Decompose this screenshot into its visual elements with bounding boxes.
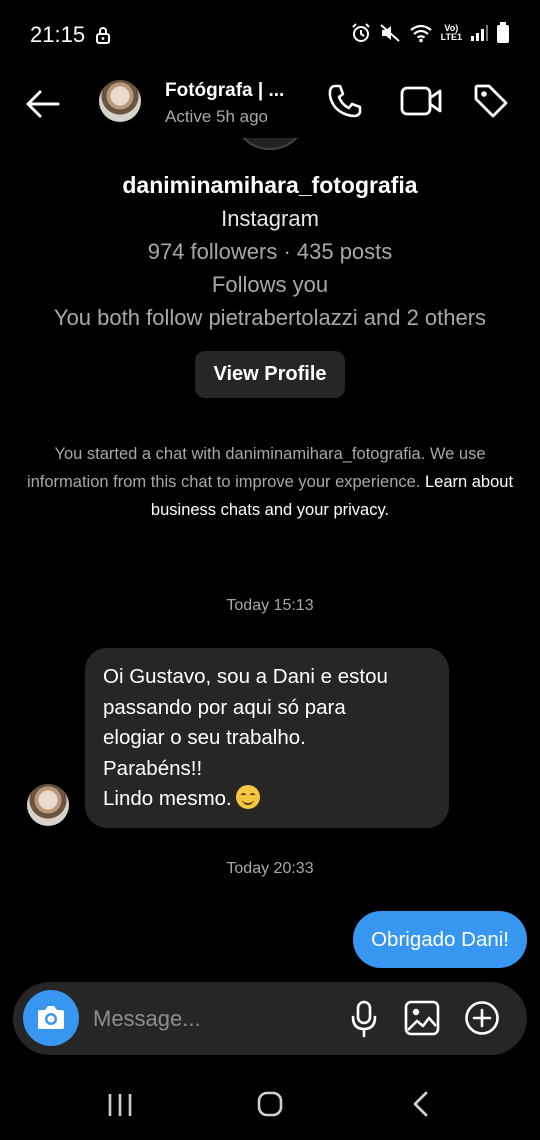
profile-username: daniminamihara_fotografia <box>122 172 418 198</box>
wifi-icon <box>409 24 432 43</box>
profile-summary: daniminamihara_fotografia Instagram 974 … <box>0 168 540 334</box>
status-time: 21:15 <box>30 22 86 47</box>
message-input[interactable] <box>91 998 325 1040</box>
contact-status: Active 5h ago <box>165 107 269 126</box>
message-line: elogiar o seu trabalho. <box>103 726 306 749</box>
mute-icon <box>379 24 400 42</box>
system-nav-bar <box>0 1070 540 1140</box>
signal-icon <box>471 25 488 41</box>
home-icon[interactable] <box>256 1090 284 1118</box>
video-camera-icon[interactable] <box>400 84 442 118</box>
alarm-icon <box>351 23 370 42</box>
microphone-icon[interactable] <box>348 1000 380 1038</box>
tag-icon[interactable] <box>472 82 510 120</box>
chat-header: Fotógrafa | ... Active 5h ago <box>0 70 540 140</box>
message-line: Parabéns!! <box>103 756 203 780</box>
timestamp: Today 20:33 <box>226 860 314 877</box>
camera-icon <box>38 1006 64 1029</box>
mutual-followers: You both follow pietrabertolazzi and 2 o… <box>53 305 487 330</box>
plus-circle-icon[interactable] <box>464 1000 500 1036</box>
smiling-face-emoji-icon <box>235 785 260 809</box>
message-line: Oi Gustavo, sou a Dani e estou <box>103 665 388 688</box>
profile-picture <box>232 138 308 152</box>
back-arrow-icon[interactable] <box>22 84 62 124</box>
view-profile-button[interactable]: View Profile <box>195 351 345 398</box>
profile-stats: 974 followers · 435 posts <box>147 239 393 264</box>
message-composer <box>13 982 527 1055</box>
message-line-last: Lindo mesmo. <box>103 784 431 815</box>
profile-platform: Instagram <box>221 206 319 231</box>
camera-button[interactable] <box>23 990 79 1046</box>
message-line: passando por aqui só para <box>103 695 346 719</box>
timestamp: Today 15:13 <box>226 597 314 614</box>
avatar[interactable] <box>99 80 141 122</box>
sender-avatar[interactable] <box>27 784 69 826</box>
network-label: Vo) LTE1 <box>440 23 462 42</box>
contact-name[interactable]: Fotógrafa | ... <box>165 80 284 102</box>
business-chat-notice: You started a chat with daniminamihara_f… <box>20 440 520 524</box>
nav-back-icon[interactable] <box>408 1090 432 1118</box>
lock-icon <box>96 27 110 44</box>
outgoing-message[interactable]: Obrigado Dani! <box>353 911 527 968</box>
status-icons: Vo) LTE1 <box>351 22 510 44</box>
notice-text: You started a chat with daniminamihara_f… <box>26 445 486 491</box>
image-icon[interactable] <box>404 1000 440 1036</box>
phone-icon[interactable] <box>326 82 364 120</box>
follows-you-label: Follows you <box>211 272 329 297</box>
incoming-message[interactable]: Oi Gustavo, sou a Dani e estou passando … <box>85 648 449 828</box>
battery-icon <box>497 22 509 43</box>
recent-apps-icon[interactable] <box>105 1092 135 1118</box>
status-bar: 21:15 Vo) LTE1 <box>0 0 540 70</box>
